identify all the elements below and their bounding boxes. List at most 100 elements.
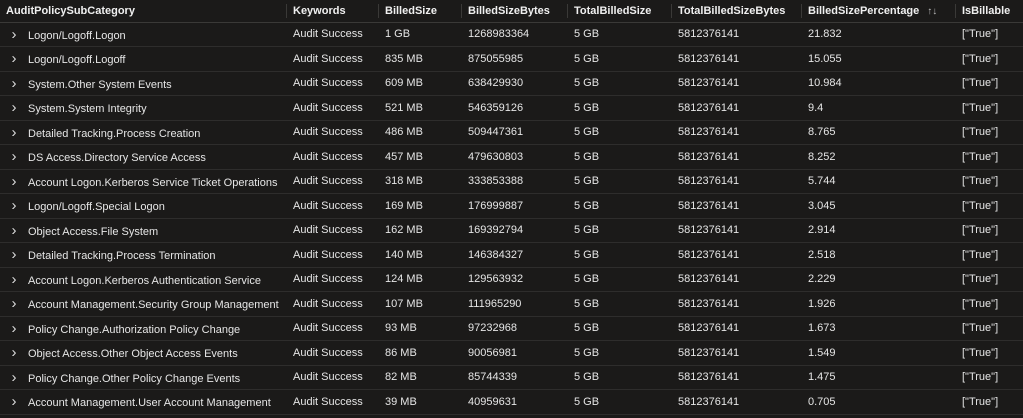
column-header-keywords[interactable]: Keywords (287, 0, 379, 23)
cell-totalbilledsizebytes: 5812376141 (672, 242, 802, 268)
expand-chevron-icon[interactable]: › (0, 197, 28, 214)
cell-auditpolicysubcategory: › Policy Change.Authorization Policy Chan… (0, 316, 287, 341)
cell-billedsizepercentage: 1.673 (802, 316, 956, 341)
column-header-label: BilledSizeBytes (468, 4, 550, 17)
cell-isbillable: ["True"] (956, 218, 1023, 243)
cell-totalbilledsize: 5 GB (568, 120, 672, 145)
cell-billedsizepercentage: 2.229 (802, 267, 956, 292)
cell-text: DS Access.Directory Service Access (28, 152, 206, 165)
cell-text: Audit Success (293, 101, 363, 114)
cell-billedsizepercentage: 2.914 (802, 218, 956, 243)
column-header-billedsizebytes[interactable]: BilledSizeBytes (462, 0, 568, 23)
table-row[interactable]: › DS Access.Directory Service Access Audit… (0, 144, 1023, 170)
column-header-label: BilledSizePercentage (808, 4, 920, 17)
cell-keywords: Audit Success (287, 389, 379, 415)
cell-keywords: Audit Success (287, 120, 379, 145)
expand-chevron-icon[interactable]: › (0, 246, 28, 263)
cell-billedsize: 1 GB (379, 22, 462, 47)
expand-chevron-icon[interactable]: › (0, 50, 28, 67)
cell-auditpolicysubcategory: › DS Access.Directory Service Access (0, 144, 287, 170)
cell-text: Audit Success (293, 224, 363, 237)
cell-text: 86 MB (385, 346, 417, 359)
cell-text: Account Management.User Account Manageme… (28, 397, 271, 410)
table-row[interactable]: › System.System Integrity Audit Success 521… (0, 95, 1023, 121)
cell-totalbilledsizebytes: 5812376141 (672, 365, 802, 390)
expand-chevron-icon[interactable]: › (0, 393, 28, 410)
expand-chevron-icon[interactable]: › (0, 320, 28, 337)
column-header-totalbilledsize[interactable]: TotalBilledSize (568, 0, 672, 23)
cell-text: 5812376141 (678, 395, 740, 408)
cell-text: 5 GB (574, 297, 600, 310)
cell-billedsize: 521 MB (379, 95, 462, 121)
table-row[interactable]: › Account Management.Security Group Manag… (0, 291, 1023, 317)
expand-chevron-icon[interactable]: › (0, 124, 28, 141)
table-row[interactable]: › Policy Change.Other Policy Change Event… (0, 365, 1023, 390)
sort-arrows-icon[interactable]: ↑↓ (927, 6, 937, 17)
cell-text: 169392794 (468, 224, 524, 237)
expand-chevron-icon[interactable]: › (0, 222, 28, 239)
table-row[interactable]: › System.Other System Events Audit Success… (0, 71, 1023, 96)
column-header-isbillable[interactable]: IsBillable (956, 0, 1023, 23)
cell-text: 5 GB (574, 175, 600, 188)
column-header-billedsizepercentage[interactable]: BilledSizePercentage ↑↓ (802, 0, 956, 23)
cell-totalbilledsizebytes: 5812376141 (672, 22, 802, 47)
cell-keywords: Audit Success (287, 46, 379, 72)
column-header-totalbilledsizebytes[interactable]: TotalBilledSizeBytes (672, 0, 802, 23)
expand-chevron-icon[interactable]: › (0, 295, 28, 312)
cell-text: System.Other System Events (28, 78, 172, 91)
cell-text: 3.045 (808, 199, 836, 212)
table-row[interactable]: › Account Logon.Kerberos Service Ticket O… (0, 169, 1023, 194)
cell-text: Policy Change.Authorization Policy Chang… (28, 323, 241, 336)
cell-text: ["True"] (962, 395, 999, 408)
expand-chevron-icon[interactable]: › (0, 26, 28, 43)
cell-text: 5812376141 (678, 101, 740, 114)
expand-chevron-icon[interactable]: › (0, 148, 28, 165)
cell-text: 0.705 (808, 395, 836, 408)
table-row[interactable]: › Logon/Logoff.Logon Audit Success 1 GB 1268… (0, 22, 1023, 47)
cell-billedsizepercentage: 1.475 (802, 365, 956, 390)
table-row[interactable]: › Object Access.Other Object Access Event… (0, 340, 1023, 366)
expand-chevron-icon[interactable]: › (0, 173, 28, 190)
cell-text: Audit Success (293, 395, 363, 408)
cell-text: 5812376141 (678, 224, 740, 237)
table-row[interactable]: › Logon/Logoff.Logoff Audit Success 835 MB 8… (0, 46, 1023, 72)
cell-isbillable: ["True"] (956, 193, 1023, 219)
cell-text: 1.926 (808, 297, 836, 310)
cell-text: Audit Success (293, 346, 363, 359)
results-table: AuditPolicySubCategory Keywords BilledSize… (0, 0, 1023, 415)
cell-text: Logon/Logoff.Special Logon (28, 201, 165, 214)
cell-isbillable: ["True"] (956, 95, 1023, 121)
expand-chevron-icon[interactable]: › (0, 271, 28, 288)
cell-text: Account Logon.Kerberos Authentication Se… (28, 274, 261, 287)
cell-totalbilledsize: 5 GB (568, 144, 672, 170)
cell-text: ["True"] (962, 77, 999, 90)
table-row[interactable]: › Object Access.File System Audit Success 1… (0, 218, 1023, 243)
cell-text: 609 MB (385, 77, 423, 90)
column-header-auditpolicysubcategory[interactable]: AuditPolicySubCategory (0, 0, 287, 23)
table-row[interactable]: › Detailed Tracking.Process Termination Au… (0, 242, 1023, 268)
cell-text: 5 GB (574, 77, 600, 90)
cell-text: 140 MB (385, 248, 423, 261)
cell-auditpolicysubcategory: › Detailed Tracking.Process Termination (0, 242, 287, 268)
cell-text: 39 MB (385, 395, 417, 408)
cell-totalbilledsizebytes: 5812376141 (672, 46, 802, 72)
cell-text: Audit Success (293, 322, 363, 335)
expand-chevron-icon[interactable]: › (0, 344, 28, 361)
column-header-billedsize[interactable]: BilledSize (379, 0, 462, 23)
table-row[interactable]: › Logon/Logoff.Special Logon Audit Success… (0, 193, 1023, 219)
cell-totalbilledsize: 5 GB (568, 193, 672, 219)
table-row[interactable]: › Account Logon.Kerberos Authentication S… (0, 267, 1023, 292)
expand-chevron-icon[interactable]: › (0, 99, 28, 116)
cell-text: Detailed Tracking.Process Creation (28, 127, 201, 140)
expand-chevron-icon[interactable]: › (0, 369, 28, 386)
cell-totalbilledsizebytes: 5812376141 (672, 389, 802, 415)
cell-text: Detailed Tracking.Process Termination (28, 250, 216, 263)
cell-totalbilledsizebytes: 5812376141 (672, 218, 802, 243)
table-row[interactable]: › Account Management.User Account Managem… (0, 389, 1023, 415)
expand-chevron-icon[interactable]: › (0, 75, 28, 92)
table-row[interactable]: › Policy Change.Authorization Policy Chan… (0, 316, 1023, 341)
table-row[interactable]: › Detailed Tracking.Process Creation Audit… (0, 120, 1023, 145)
cell-text: 479630803 (468, 150, 524, 163)
cell-text: Audit Success (293, 52, 363, 65)
cell-text: 176999887 (468, 199, 524, 212)
